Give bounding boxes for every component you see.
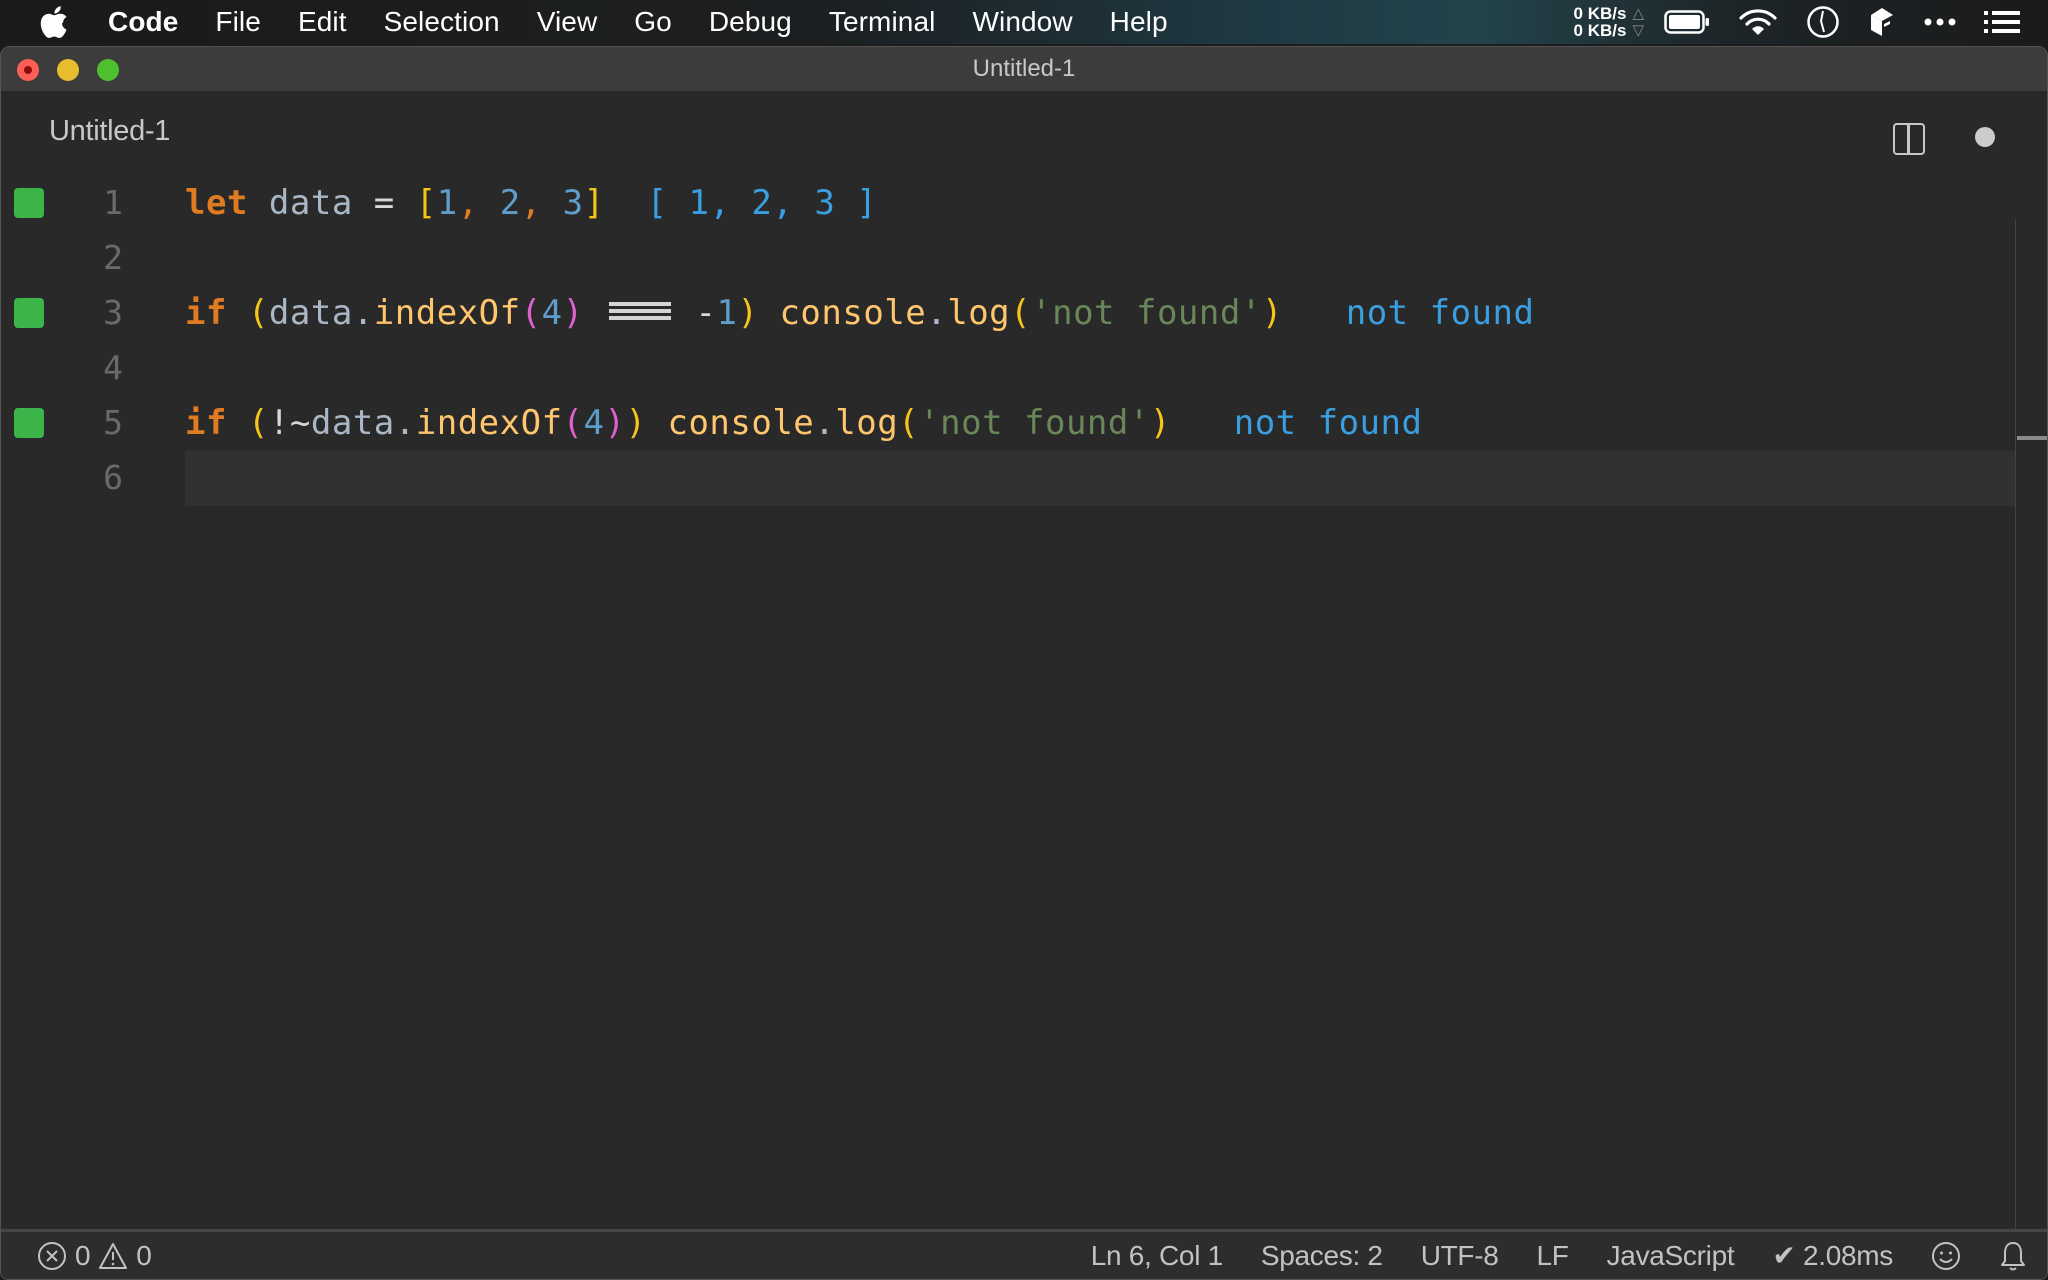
problems-indicator[interactable]: 0 0 (37, 1240, 152, 1272)
menu-bar-tray: 0 KB/s 0 KB/s △ ▽ (1574, 0, 2048, 44)
menu-help[interactable]: Help (1110, 6, 1168, 38)
code-line[interactable]: 5 if (!~data.indexOf(4)) console.log('no… (1, 395, 2015, 450)
net-download-speed: 0 KB/s (1573, 21, 1627, 40)
line-number: 3 (103, 293, 123, 332)
apple-menu-icon[interactable] (40, 6, 80, 38)
inline-result: not found (1345, 292, 1535, 333)
upload-arrow-icon: △ (1632, 5, 1644, 22)
cursor-position[interactable]: Ln 6, Col 1 (1091, 1240, 1223, 1272)
menu-edit[interactable]: Edit (298, 6, 347, 38)
error-icon (37, 1241, 67, 1271)
tab-untitled-1[interactable]: Untitled-1 (49, 115, 170, 148)
inline-result: not found (1233, 402, 1423, 443)
menu-debug[interactable]: Debug (709, 6, 792, 38)
strict-equality-ligature (608, 300, 671, 322)
download-arrow-icon: ▽ (1632, 22, 1644, 39)
line-number: 1 (103, 183, 123, 222)
more-icon[interactable] (1924, 17, 1956, 27)
code-text: if (data.indexOf(4) -1) console.log('not… (185, 292, 1535, 333)
code-line[interactable]: 1 let data = [1, 2, 3] [ 1, 2, 3 ] (1, 175, 2015, 230)
menu-window[interactable]: Window (972, 6, 1072, 38)
macos-menu-bar: Code File Edit Selection View Go Debug T… (0, 0, 2048, 44)
menu-go[interactable]: Go (634, 6, 672, 38)
coverage-marker-icon (14, 297, 44, 328)
window-close-button[interactable] (17, 59, 39, 81)
window-minimize-button[interactable] (57, 59, 79, 81)
editor-window: Untitled-1 Untitled-1 1 let data = [1, 2… (0, 46, 2048, 1280)
coverage-marker-icon (14, 187, 44, 218)
menu-file[interactable]: File (215, 6, 261, 38)
line-number: 4 (103, 348, 123, 387)
window-title-bar[interactable]: Untitled-1 (1, 47, 2047, 91)
list-icon[interactable] (1984, 11, 2020, 33)
battery-icon[interactable] (1664, 10, 1710, 34)
feedback-smiley-icon[interactable] (1931, 1241, 1961, 1271)
window-maximize-button[interactable] (97, 59, 119, 81)
warning-icon (98, 1242, 128, 1270)
inline-result: [ 1, 2, 3 ] (646, 182, 878, 223)
line-number: 2 (103, 238, 123, 277)
clock-icon[interactable] (1806, 5, 1840, 39)
network-speed-monitor[interactable]: 0 KB/s 0 KB/s △ ▽ (1574, 5, 1644, 39)
split-editor-icon[interactable] (1893, 123, 1925, 155)
line-number: 6 (103, 458, 123, 497)
tab-bar: Untitled-1 (1, 91, 2047, 175)
indentation-setting[interactable]: Spaces: 2 (1261, 1240, 1383, 1272)
window-title: Untitled-1 (972, 55, 1076, 82)
code-line[interactable]: 6 (1, 450, 181, 505)
status-bar: 0 0 Ln 6, Col 1 Spaces: 2 UTF-8 LF JavaS… (1, 1229, 2047, 1279)
net-upload-speed: 0 KB/s (1573, 4, 1627, 23)
language-mode[interactable]: JavaScript (1607, 1240, 1735, 1272)
menu-selection[interactable]: Selection (384, 6, 500, 38)
menu-view[interactable]: View (537, 6, 598, 38)
warning-count: 0 (136, 1239, 152, 1271)
line-number: 5 (103, 403, 123, 442)
code-line[interactable]: 2 (1, 230, 2015, 285)
error-count: 0 (75, 1239, 91, 1271)
current-line-highlight[interactable] (185, 451, 2015, 506)
unsaved-changes-dot-icon[interactable] (1975, 127, 1995, 147)
code-text: if (!~data.indexOf(4)) console.log('not … (185, 402, 1423, 443)
vertical-scrollbar[interactable] (2015, 219, 2047, 1271)
file-encoding[interactable]: UTF-8 (1421, 1240, 1499, 1272)
code-text: let data = [1, 2, 3] [ 1, 2, 3 ] (185, 182, 878, 223)
code-line[interactable]: 3 if (data.indexOf(4) -1) console.log('n… (1, 285, 2015, 340)
overview-ruler-cursor-mark (2017, 436, 2047, 440)
code-editor[interactable]: 1 let data = [1, 2, 3] [ 1, 2, 3 ] 2 3 i… (1, 175, 2047, 1231)
coverage-marker-icon (14, 407, 44, 438)
menu-terminal[interactable]: Terminal (829, 6, 936, 38)
end-of-line-sequence[interactable]: LF (1537, 1240, 1569, 1272)
menu-app-code[interactable]: Code (108, 6, 178, 38)
wifi-icon[interactable] (1738, 7, 1778, 37)
quokka-timing[interactable]: ✔ 2.08ms (1772, 1239, 1893, 1272)
cube-icon[interactable] (1868, 6, 1896, 38)
notifications-bell-icon[interactable] (1999, 1240, 2027, 1272)
code-line[interactable]: 4 (1, 340, 2015, 395)
